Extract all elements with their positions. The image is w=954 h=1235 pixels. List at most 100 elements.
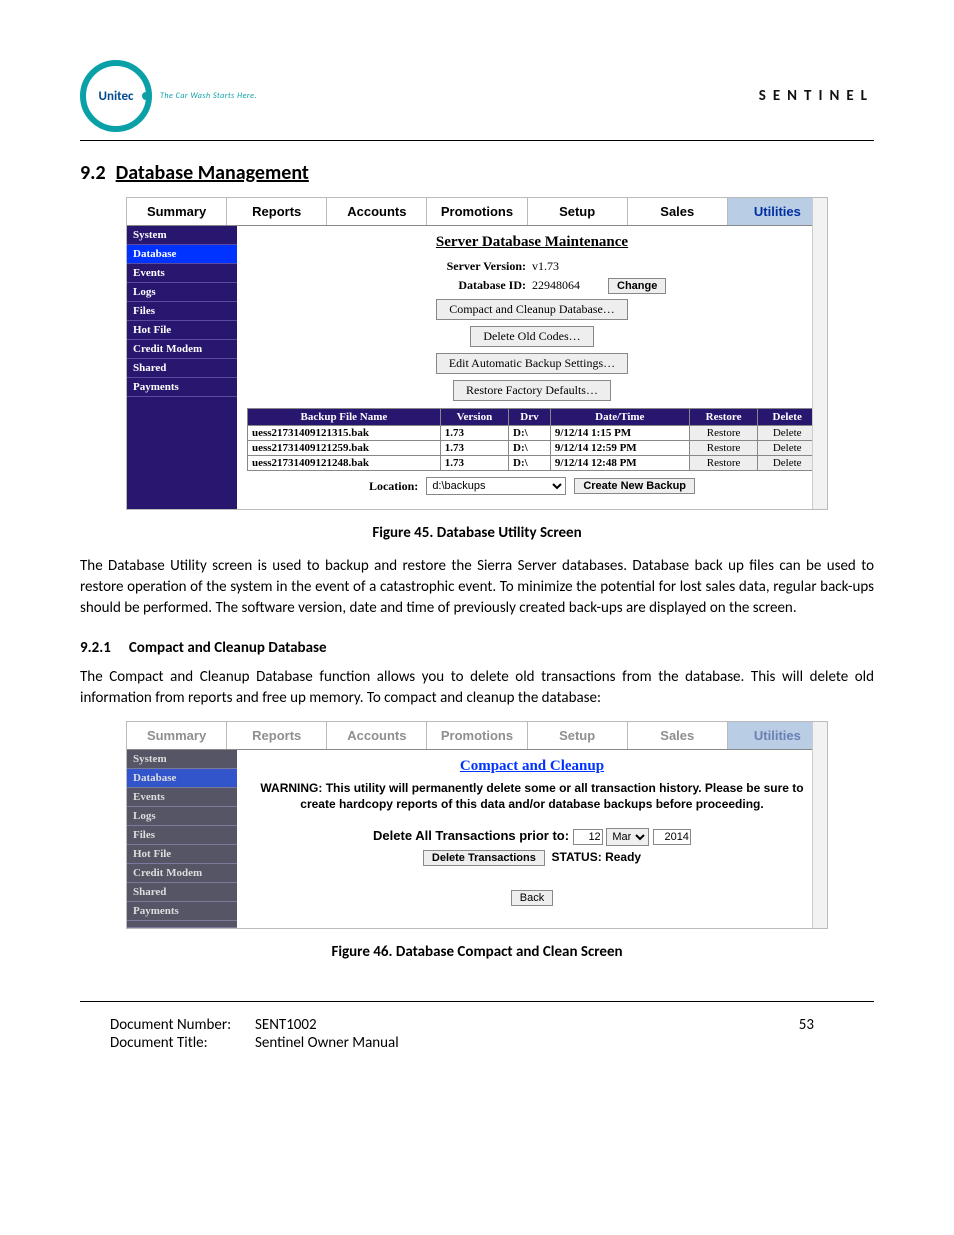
col-restore: Restore <box>689 409 758 426</box>
tab-setup[interactable]: Setup <box>528 722 628 749</box>
create-backup-button[interactable]: Create New Backup <box>574 478 695 494</box>
paragraph: The Compact and Cleanup Database functio… <box>80 667 874 709</box>
section-title: Database Management <box>116 161 309 185</box>
footer-title-label: Document Title: <box>110 1034 255 1052</box>
footer-docnum-label: Document Number: <box>110 1016 255 1034</box>
status-label: STATUS: <box>552 850 602 864</box>
delete-button[interactable]: Delete <box>758 456 817 471</box>
cell-filename: uess21731409121248.bak <box>248 456 441 471</box>
col-filename: Backup File Name <box>248 409 441 426</box>
table-row: uess21731409121248.bak 1.73 D:\ 9/12/14 … <box>248 456 817 471</box>
sidebar-item-hotfile[interactable]: Hot File <box>127 845 237 864</box>
delete-prior-label: Delete All Transactions prior to: <box>373 828 569 843</box>
sidebar-item-system[interactable]: System <box>127 750 237 769</box>
month-select[interactable]: Mar <box>606 828 649 846</box>
sidebar-item-files[interactable]: Files <box>127 826 237 845</box>
restore-defaults-button[interactable]: Restore Factory Defaults… <box>453 380 611 401</box>
restore-button[interactable]: Restore <box>689 456 758 471</box>
footer-docnum: SENT1002 <box>255 1016 317 1034</box>
cell-drv: D:\ <box>509 426 551 441</box>
footer-separator <box>80 1001 874 1002</box>
footer-title: Sentinel Owner Manual <box>255 1034 399 1052</box>
cell-version: 1.73 <box>440 456 508 471</box>
tab-accounts[interactable]: Accounts <box>327 198 427 225</box>
compact-button[interactable]: Compact and Cleanup Database… <box>436 299 628 320</box>
cell-datetime: 9/12/14 12:59 PM <box>550 441 689 456</box>
screenshot-compact-cleanup: Summary Reports Accounts Promotions Setu… <box>126 721 828 929</box>
delete-codes-button[interactable]: Delete Old Codes… <box>470 326 593 347</box>
day-input[interactable] <box>573 829 603 845</box>
cell-datetime: 9/12/14 12:48 PM <box>550 456 689 471</box>
sidebar-item-creditmodem[interactable]: Credit Modem <box>127 340 237 359</box>
year-input[interactable] <box>653 829 691 845</box>
delete-button[interactable]: Delete <box>758 426 817 441</box>
subsection-title: Compact and Cleanup Database <box>129 639 327 657</box>
sidebar-item-events[interactable]: Events <box>127 788 237 807</box>
back-button[interactable]: Back <box>511 890 553 906</box>
sidebar-item-system[interactable]: System <box>127 226 237 245</box>
change-button[interactable]: Change <box>608 278 666 294</box>
cell-filename: uess21731409121315.bak <box>248 426 441 441</box>
tab-sales[interactable]: Sales <box>628 722 728 749</box>
product-name: SENTINEL <box>759 87 874 105</box>
location-select[interactable]: d:\backups <box>426 477 566 495</box>
sidebar: System Database Events Logs Files Hot Fi… <box>127 750 237 928</box>
sidebar-item-events[interactable]: Events <box>127 264 237 283</box>
scrollbar-icon[interactable] <box>812 198 827 509</box>
restore-button[interactable]: Restore <box>689 441 758 456</box>
subsection-heading: 9.2.1Compact and Cleanup Database <box>80 639 874 657</box>
sidebar-item-logs[interactable]: Logs <box>127 283 237 302</box>
main-panel: Compact and Cleanup WARNING: This utilit… <box>237 750 827 928</box>
tab-reports[interactable]: Reports <box>227 198 327 225</box>
panel-title: Compact and Cleanup <box>247 758 817 775</box>
section-number: 9.2 <box>80 161 106 185</box>
tagline: The Car Wash Starts Here. <box>160 91 257 101</box>
figure-caption: Figure 45. Database Utility Screen <box>80 524 874 542</box>
tab-promotions[interactable]: Promotions <box>427 722 527 749</box>
tab-reports[interactable]: Reports <box>227 722 327 749</box>
server-version-label: Server Version: <box>386 259 526 274</box>
table-row: uess21731409121315.bak 1.73 D:\ 9/12/14 … <box>248 426 817 441</box>
warning-text: WARNING: This utility will permanently d… <box>257 781 807 812</box>
sidebar-item-creditmodem[interactable]: Credit Modem <box>127 864 237 883</box>
sidebar-fill <box>127 921 237 928</box>
table-row: uess21731409121259.bak 1.73 D:\ 9/12/14 … <box>248 441 817 456</box>
restore-button[interactable]: Restore <box>689 426 758 441</box>
sidebar-item-hotfile[interactable]: Hot File <box>127 321 237 340</box>
figure-caption: Figure 46. Database Compact and Clean Sc… <box>80 943 874 961</box>
section-heading: 9.2 Database Management <box>80 161 874 185</box>
tab-setup[interactable]: Setup <box>528 198 628 225</box>
sidebar-item-shared[interactable]: Shared <box>127 883 237 902</box>
col-version: Version <box>440 409 508 426</box>
status-value: Ready <box>605 850 641 864</box>
cell-datetime: 9/12/14 1:15 PM <box>550 426 689 441</box>
delete-button[interactable]: Delete <box>758 441 817 456</box>
scrollbar-icon[interactable] <box>812 722 827 928</box>
sidebar-item-files[interactable]: Files <box>127 302 237 321</box>
sidebar-item-logs[interactable]: Logs <box>127 807 237 826</box>
sidebar-item-database[interactable]: Database <box>127 245 237 264</box>
tab-summary[interactable]: Summary <box>127 722 227 749</box>
edit-backup-settings-button[interactable]: Edit Automatic Backup Settings… <box>436 353 628 374</box>
sidebar-item-payments[interactable]: Payments <box>127 378 237 397</box>
sidebar-item-shared[interactable]: Shared <box>127 359 237 378</box>
top-tabs: Summary Reports Accounts Promotions Setu… <box>127 198 827 226</box>
tab-accounts[interactable]: Accounts <box>327 722 427 749</box>
cell-drv: D:\ <box>509 441 551 456</box>
tab-summary[interactable]: Summary <box>127 198 227 225</box>
sidebar-item-payments[interactable]: Payments <box>127 902 237 921</box>
tab-sales[interactable]: Sales <box>628 198 728 225</box>
cell-version: 1.73 <box>440 441 508 456</box>
col-datetime: Date/Time <box>550 409 689 426</box>
backup-table: Backup File Name Version Drv Date/Time R… <box>247 408 817 471</box>
sidebar: System Database Events Logs Files Hot Fi… <box>127 226 237 509</box>
db-id-value: 22948064 <box>532 278 602 294</box>
col-drv: Drv <box>509 409 551 426</box>
server-version-value: v1.73 <box>532 259 602 274</box>
page-header: Unitec The Car Wash Starts Here. SENTINE… <box>80 60 874 141</box>
logo-text: Unitec <box>99 89 134 104</box>
delete-transactions-button[interactable]: Delete Transactions <box>423 850 545 866</box>
location-label: Location: <box>369 479 418 494</box>
tab-promotions[interactable]: Promotions <box>427 198 527 225</box>
sidebar-item-database[interactable]: Database <box>127 769 237 788</box>
